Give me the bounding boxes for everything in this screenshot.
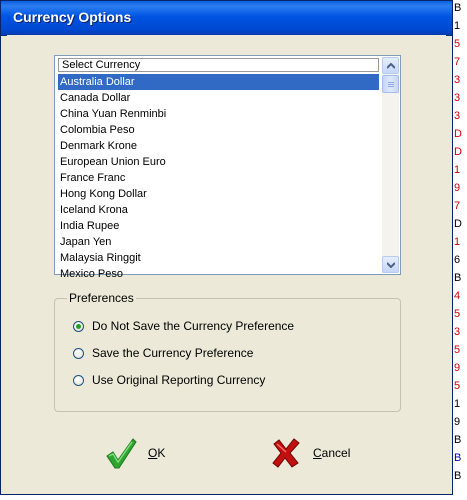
background-cell-glyph: 9 [454, 182, 461, 194]
list-header: Select Currency [58, 58, 379, 72]
background-cell-glyph: B [454, 470, 462, 482]
radio-label: Save the Currency Preference [92, 346, 254, 360]
scroll-up-button[interactable] [382, 57, 399, 74]
dialog-title: Currency Options [13, 9, 132, 25]
chevron-up-icon [387, 63, 395, 69]
radio-save-preference[interactable]: Save the Currency Preference [73, 345, 253, 361]
background-cell-glyph: 6 [454, 254, 461, 266]
radio-button-icon[interactable] [73, 347, 84, 359]
currency-list-items: Australia Dollar Canada Dollar China Yuan … [58, 74, 379, 282]
background-cell-glyph: D [454, 218, 462, 230]
background-cell-glyph: 5 [454, 38, 461, 50]
cancel-x-icon [272, 438, 300, 468]
cancel-button[interactable]: Cancel [269, 433, 389, 473]
radio-label: Use Original Reporting Currency [92, 373, 266, 387]
preferences-group: Preferences Do Not Save the Currency Pre… [54, 291, 401, 412]
background-cell-glyph: 3 [454, 110, 461, 122]
checkmark-icon [106, 438, 137, 469]
currency-list-item[interactable]: Iceland Krona [58, 202, 379, 218]
radio-button-icon[interactable] [73, 320, 84, 332]
background-cell-glyph: 3 [454, 74, 461, 86]
scroll-thumb[interactable] [382, 75, 399, 93]
background-cell-glyph: B [454, 2, 462, 14]
currency-list-item[interactable]: Canada Dollar [58, 90, 379, 106]
currency-list-item[interactable]: France Franc [58, 170, 379, 186]
background-cell-glyph: 1 [454, 164, 461, 176]
currency-list-item[interactable]: Malaysia Ringgit [58, 250, 379, 266]
background-cell-glyph: B [454, 272, 462, 284]
background-cell-glyph: B [454, 452, 462, 464]
background-cell-glyph: 9 [454, 362, 461, 374]
background-cell-glyph: D [454, 146, 462, 158]
currency-list-item[interactable]: Hong Kong Dollar [58, 186, 379, 202]
background-cell-glyph: 7 [454, 200, 461, 212]
background-cell-glyph: B [454, 434, 462, 446]
background-cell-glyph: 1 [454, 398, 461, 410]
background-spreadsheet-strip: B157333DD197D16B45359519BBB [453, 0, 467, 500]
preferences-legend: Preferences [67, 291, 136, 305]
currency-list-item[interactable]: Denmark Krone [58, 138, 379, 154]
cancel-label: Cancel [313, 446, 351, 460]
currency-listbox[interactable]: Select Currency Australia Dollar Canada D… [54, 55, 401, 280]
radio-label: Do Not Save the Currency Preference [92, 319, 295, 333]
currency-list-item[interactable]: Colombia Peso [58, 122, 379, 138]
radio-original-currency[interactable]: Use Original Reporting Currency [73, 372, 265, 388]
background-cell-glyph: 3 [454, 326, 461, 338]
radio-button-icon[interactable] [73, 374, 84, 386]
background-cell-glyph: 4 [454, 290, 461, 302]
ok-button[interactable]: OK [104, 433, 224, 473]
currency-list-item[interactable]: China Yuan Renminbi [58, 106, 379, 122]
list-scrollbar[interactable] [382, 57, 399, 273]
background-cell-glyph: 7 [454, 56, 461, 68]
currency-list-item[interactable]: India Rupee [58, 218, 379, 234]
radio-do-not-save[interactable]: Do Not Save the Currency Preference [73, 318, 294, 334]
background-cell-glyph: 9 [454, 416, 461, 428]
currency-list-item[interactable]: Japan Yen [58, 234, 379, 250]
chevron-down-icon [387, 262, 395, 268]
scroll-down-button[interactable] [382, 256, 399, 273]
title-bar[interactable]: Currency Options [1, 1, 452, 36]
currency-list-item[interactable]: Australia Dollar [58, 74, 379, 90]
background-cell-glyph: 5 [454, 308, 461, 320]
currency-list-item[interactable]: Mexico Peso [58, 266, 379, 282]
background-cell-glyph: 3 [454, 92, 461, 104]
currency-options-dialog: Currency Options Select Currency Austral… [0, 0, 453, 495]
dialog-content: Select Currency Australia Dollar Canada D… [7, 35, 446, 490]
background-cell-glyph: D [454, 128, 462, 140]
background-cell-glyph: 1 [454, 236, 461, 248]
background-cell-glyph: 1 [454, 20, 461, 32]
background-cell-glyph: 5 [454, 344, 461, 356]
background-cell-glyph: 5 [454, 380, 461, 392]
currency-list-item[interactable]: European Union Euro [58, 154, 379, 170]
ok-label: OK [148, 446, 166, 460]
